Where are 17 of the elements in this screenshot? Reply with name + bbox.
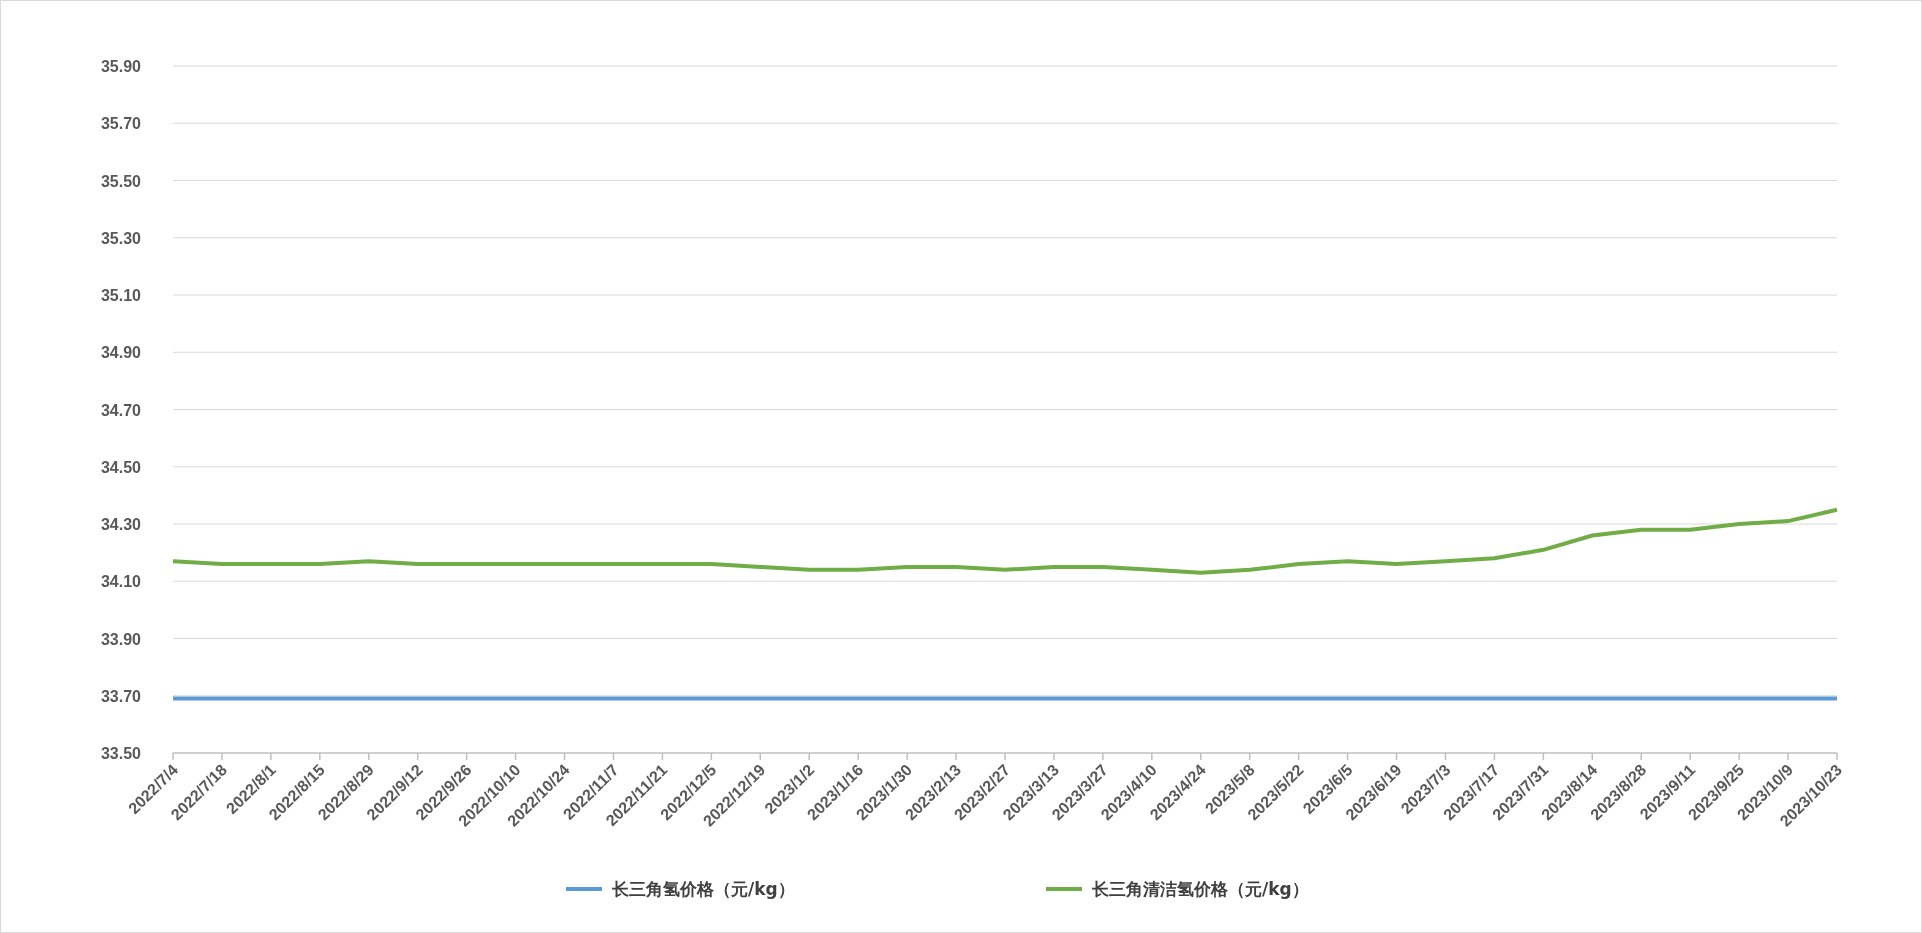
y-axis-label: 35.50 xyxy=(100,172,141,190)
y-axis-label: 33.50 xyxy=(100,745,141,762)
y-axis-label: 35.10 xyxy=(100,287,141,304)
legend-swatch xyxy=(566,887,602,891)
legend-label: 长三角氢价格（元/kg） xyxy=(612,879,795,899)
y-axis-label: 33.90 xyxy=(100,630,141,648)
legend-label: 长三角清洁氢价格（元/kg） xyxy=(1092,879,1309,899)
y-axis-label: 34.70 xyxy=(100,401,141,419)
y-axis-label: 35.30 xyxy=(100,229,141,247)
legend-swatch xyxy=(1046,887,1082,891)
y-axis-label: 35.70 xyxy=(100,115,141,133)
y-axis-label: 35.90 xyxy=(100,58,141,75)
y-axis-label: 34.50 xyxy=(100,458,141,476)
y-axis-label: 34.90 xyxy=(100,344,141,362)
y-axis-label: 33.70 xyxy=(100,687,141,705)
y-axis-label: 34.30 xyxy=(100,516,141,533)
y-axis-label: 34.10 xyxy=(100,573,141,591)
